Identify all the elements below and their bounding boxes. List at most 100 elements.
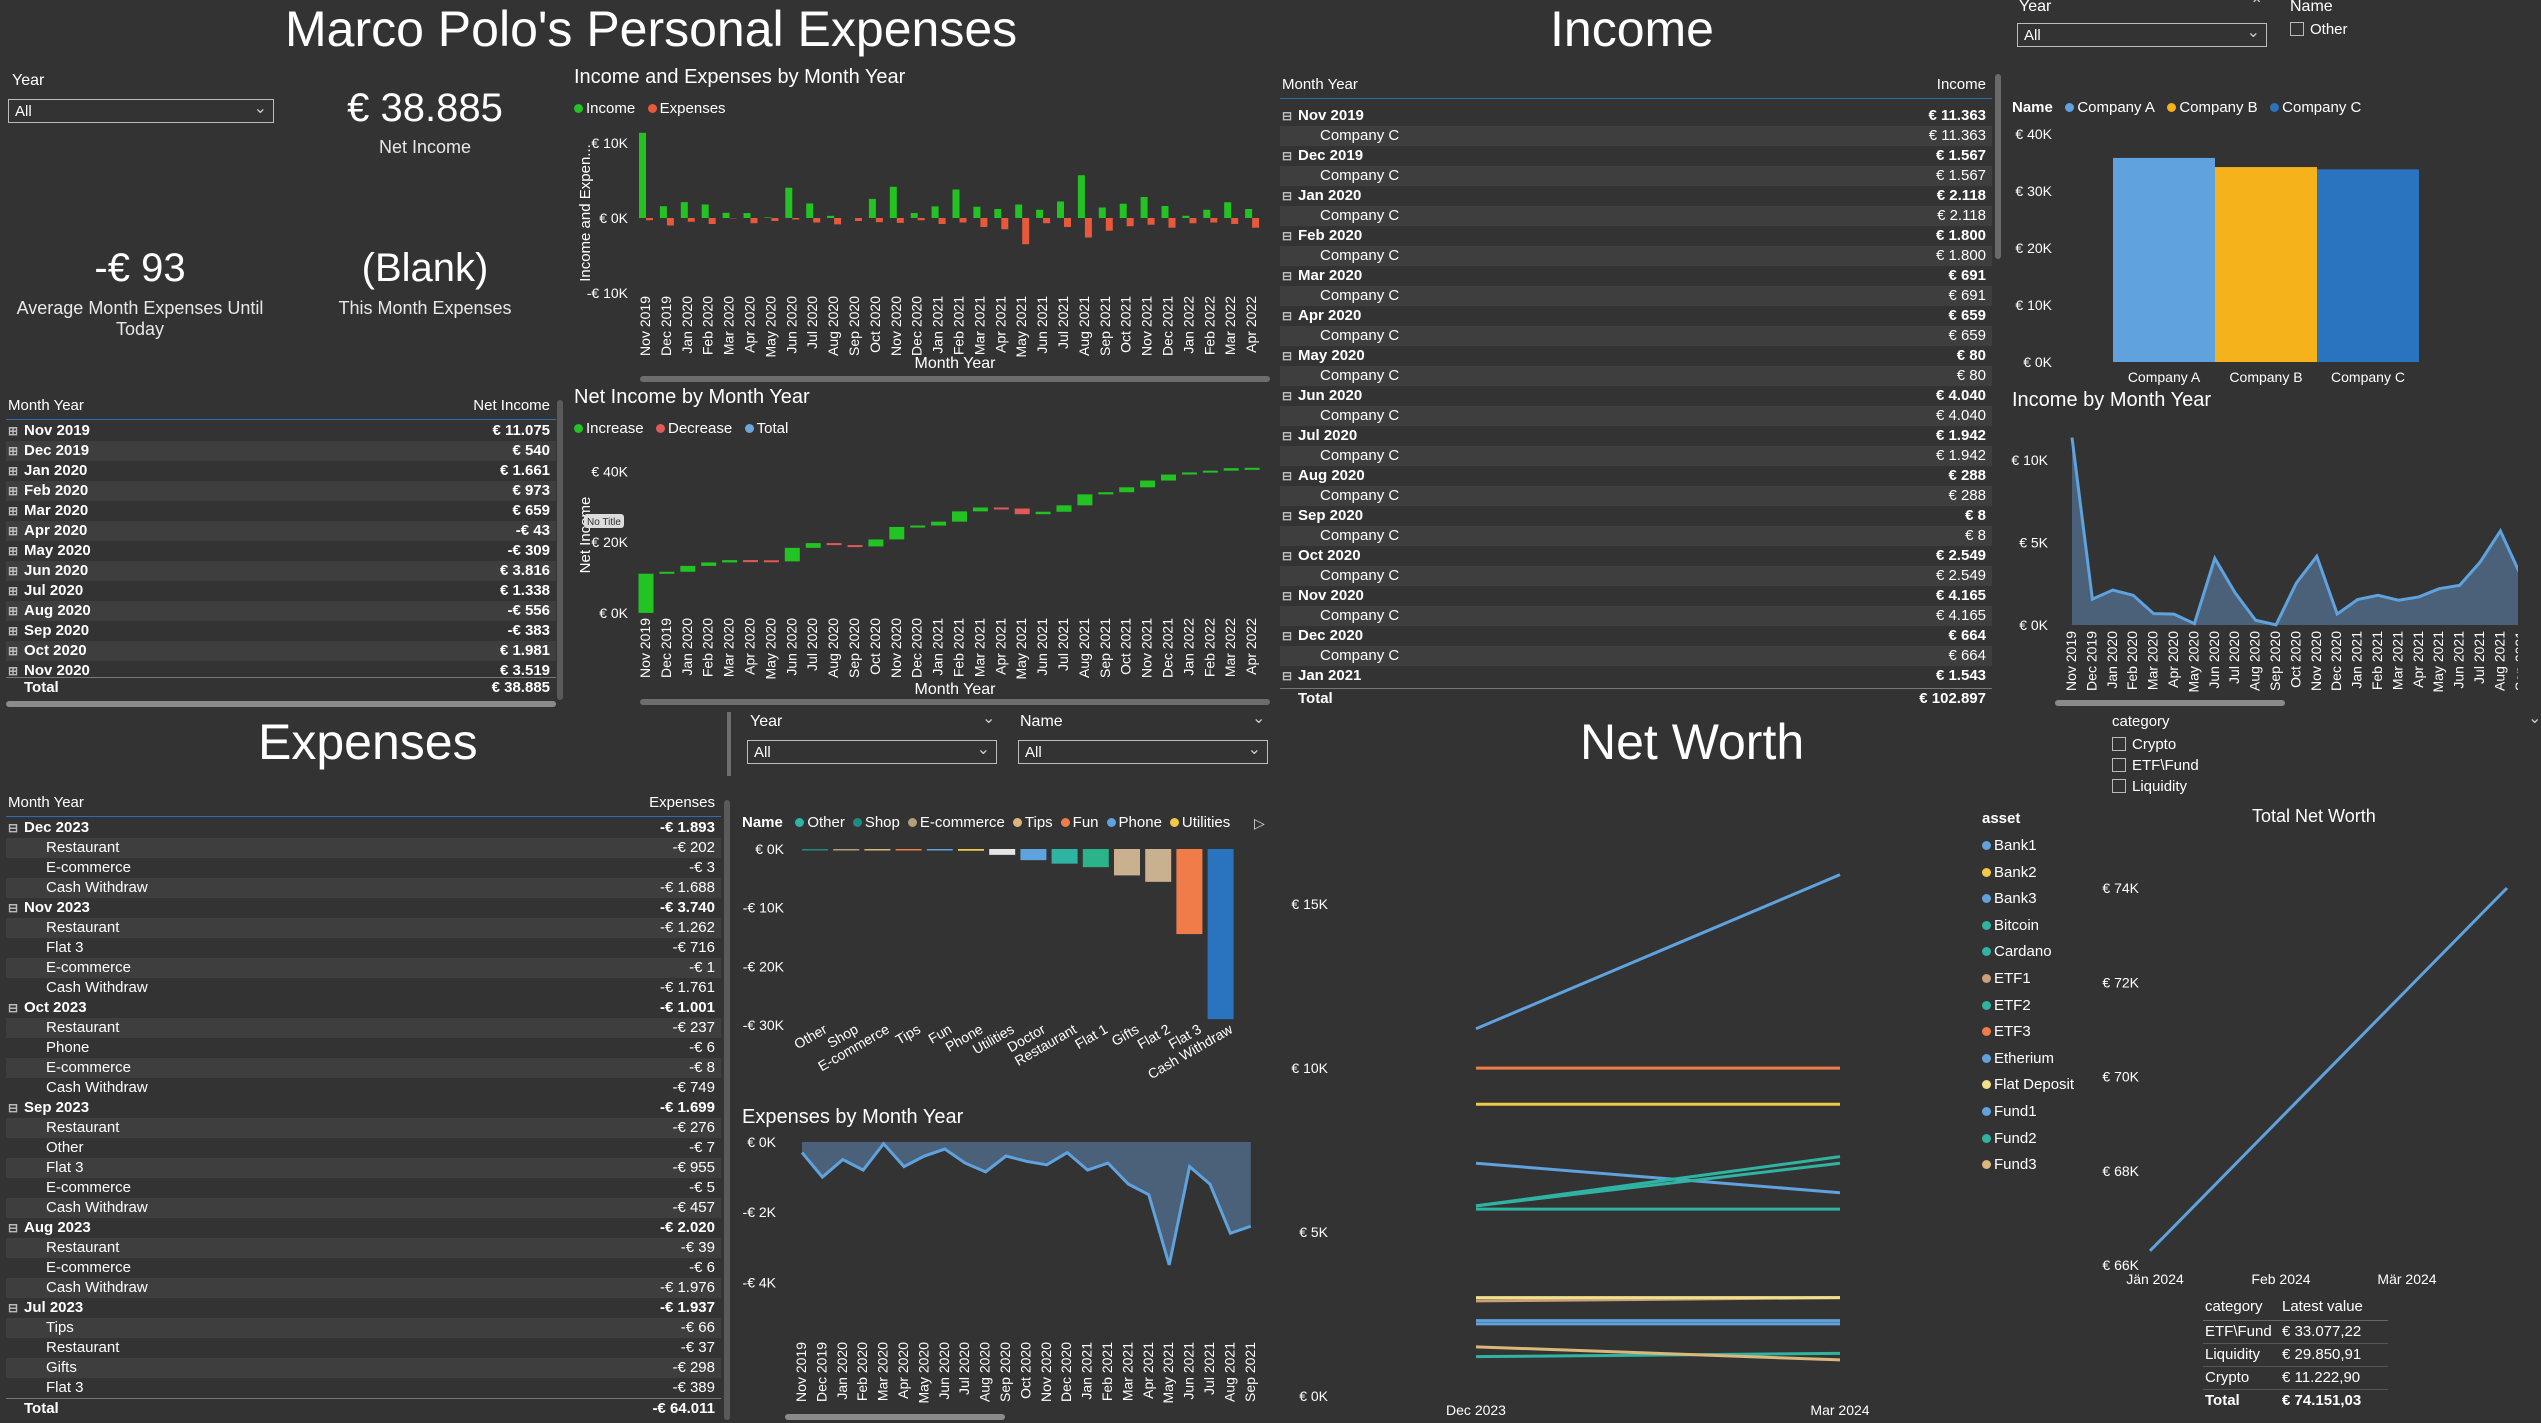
legend-item[interactable]: ETF2 [1982,993,2092,1020]
chart-scrollbar[interactable] [785,1414,1005,1420]
collapse-icon[interactable]: ⊟ [1282,466,1292,486]
legend-item[interactable]: ETF1 [1982,966,2092,993]
table-row[interactable]: ⊞ Jul 2020 € 1.338 [6,581,556,601]
col-month-year[interactable]: Month Year [1282,76,1358,93]
chevron-up-icon[interactable]: ⌃ [2250,0,2263,15]
table-row[interactable]: Company C € 8 [1280,526,1992,546]
table-row[interactable]: Restaurant -€ 276 [6,1118,721,1138]
table-row[interactable]: Company C € 2.549 [1280,566,1992,586]
legend-item[interactable]: E-commerce [907,814,1005,831]
table-row[interactable]: ⊞ Apr 2020 -€ 43 [6,521,556,541]
table-row[interactable]: Crypto € 11.222,90 [2203,1367,2388,1390]
table-row[interactable]: Flat 3 -€ 716 [6,938,721,958]
table-row[interactable]: Restaurant -€ 1.262 [6,918,721,938]
table-row[interactable]: Restaurant -€ 237 [6,1018,721,1038]
collapse-icon[interactable]: ⊟ [1282,586,1292,606]
expand-icon[interactable]: ⊞ [8,441,18,461]
name-filter-option-other[interactable]: Other [2290,21,2348,38]
table-row[interactable]: ⊟ Mar 2020 € 691 [1280,266,1992,286]
table-row[interactable]: ⊟ Nov 2023 -€ 3.740 [6,898,721,918]
expand-icon[interactable]: ⊞ [8,601,18,621]
legend-item[interactable]: Bitcoin [1982,913,2092,940]
play-icon[interactable]: ▷ [1254,815,1265,832]
table-row[interactable]: ⊞ Oct 2020 € 1.981 [6,641,556,661]
collapse-icon[interactable]: ⊟ [1282,346,1292,366]
table-row[interactable]: Tips -€ 66 [6,1318,721,1338]
table-row[interactable]: Cash Withdraw -€ 1.976 [6,1278,721,1298]
legend-item[interactable]: Fund3 [1982,1152,2092,1179]
col-income[interactable]: Income [1937,76,1986,93]
col-net-income[interactable]: Net Income [473,397,550,414]
collapse-icon[interactable]: ⊟ [1282,666,1292,686]
table-row[interactable]: Phone -€ 6 [6,1038,721,1058]
table-row[interactable]: ⊟ Aug 2023 -€ 2.020 [6,1218,721,1238]
table-row[interactable]: Cash Withdraw -€ 1.688 [6,878,721,898]
expand-icon[interactable]: ⊞ [8,521,18,541]
table-row[interactable]: Company C € 1.567 [1280,166,1992,186]
table-horizontal-scrollbar[interactable] [6,701,556,707]
legend-total[interactable]: Total [744,420,788,437]
table-row[interactable]: ⊟ Sep 2023 -€ 1.699 [6,1098,721,1118]
table-row[interactable]: E-commerce -€ 5 [6,1178,721,1198]
year-filter-dropdown[interactable]: All ⌄ [747,740,997,764]
legend-company-c[interactable]: Company C [2270,99,2361,116]
collapse-icon[interactable]: ⊟ [8,1298,18,1318]
expand-icon[interactable]: ⊞ [8,581,18,601]
table-row[interactable]: ⊞ Sep 2020 -€ 383 [6,621,556,641]
collapse-icon[interactable]: ⊟ [1282,506,1292,526]
legend-decrease[interactable]: Decrease [656,420,732,437]
collapse-icon[interactable]: ⊟ [1282,626,1292,646]
col-category[interactable]: category [2205,1298,2263,1315]
table-row[interactable]: ⊞ Jan 2020 € 1.661 [6,461,556,481]
table-row[interactable]: Company C € 4.040 [1280,406,1992,426]
table-scrollbar[interactable] [724,800,730,1420]
table-row[interactable]: ⊟ Dec 2019 € 1.567 [1280,146,1992,166]
table-row[interactable]: ⊟ Dec 2023 -€ 1.893 [6,818,721,838]
chevron-down-icon[interactable]: ⌄ [2528,708,2541,728]
legend-item[interactable]: Etherium [1982,1046,2092,1073]
table-row[interactable]: Cash Withdraw -€ 749 [6,1078,721,1098]
col-expenses[interactable]: Expenses [649,794,715,811]
table-row[interactable]: ⊟ Dec 2020 € 664 [1280,626,1992,646]
legend-item[interactable]: Fun [1060,814,1099,831]
legend-item[interactable]: Phone [1106,814,1162,831]
collapse-icon[interactable]: ⊟ [1282,266,1292,286]
table-row[interactable]: Company C € 691 [1280,286,1992,306]
legend-expenses[interactable]: Expenses [647,100,726,117]
legend-company-a[interactable]: Company A [2065,99,2155,116]
table-row[interactable]: ⊟ Jul 2023 -€ 1.937 [6,1298,721,1318]
table-row[interactable]: Restaurant -€ 202 [6,838,721,858]
table-row[interactable]: E-commerce -€ 8 [6,1058,721,1078]
legend-item[interactable]: ETF3 [1982,1019,2092,1046]
table-row[interactable]: ⊞ Mar 2020 € 659 [6,501,556,521]
table-row[interactable]: Restaurant -€ 39 [6,1238,721,1258]
table-row[interactable]: Company C € 4.165 [1280,606,1992,626]
collapse-icon[interactable]: ⊟ [1282,146,1292,166]
year-filter-dropdown[interactable]: All ⌄ [2017,23,2267,47]
table-row[interactable]: ⊞ Feb 2020 € 973 [6,481,556,501]
expand-icon[interactable]: ⊞ [8,461,18,481]
table-row[interactable]: Restaurant -€ 37 [6,1338,721,1358]
legend-increase[interactable]: Increase [574,420,644,437]
table-row[interactable]: ⊟ Sep 2020 € 8 [1280,506,1992,526]
category-option-liquidity[interactable]: Liquidity [2112,778,2187,795]
chevron-down-icon[interactable]: ⌄ [1252,708,1265,728]
table-row[interactable]: Company C € 80 [1280,366,1992,386]
year-filter-dropdown[interactable]: All ⌄ [8,99,274,123]
legend-item[interactable]: Utilities [1169,814,1230,831]
table-row[interactable]: Flat 3 -€ 389 [6,1378,721,1398]
table-row[interactable]: Company C € 664 [1280,646,1992,666]
legend-company-b[interactable]: Company B [2167,99,2258,116]
table-row[interactable]: ⊟ Aug 2020 € 288 [1280,466,1992,486]
table-row[interactable]: ⊟ Nov 2019 € 11.363 [1280,106,1992,126]
collapse-icon[interactable]: ⊟ [1282,306,1292,326]
table-row[interactable]: ⊟ Jan 2020 € 2.118 [1280,186,1992,206]
legend-income[interactable]: Income [574,100,635,117]
col-month-year[interactable]: Month Year [8,794,84,811]
expand-icon[interactable]: ⊞ [8,421,18,441]
table-row[interactable]: ⊟ Nov 2020 € 4.165 [1280,586,1992,606]
name-filter-dropdown[interactable]: All ⌄ [1018,740,1268,764]
table-row[interactable]: ⊟ Jul 2020 € 1.942 [1280,426,1992,446]
table-row[interactable]: ⊞ Aug 2020 -€ 556 [6,601,556,621]
table-row[interactable]: Other -€ 7 [6,1138,721,1158]
